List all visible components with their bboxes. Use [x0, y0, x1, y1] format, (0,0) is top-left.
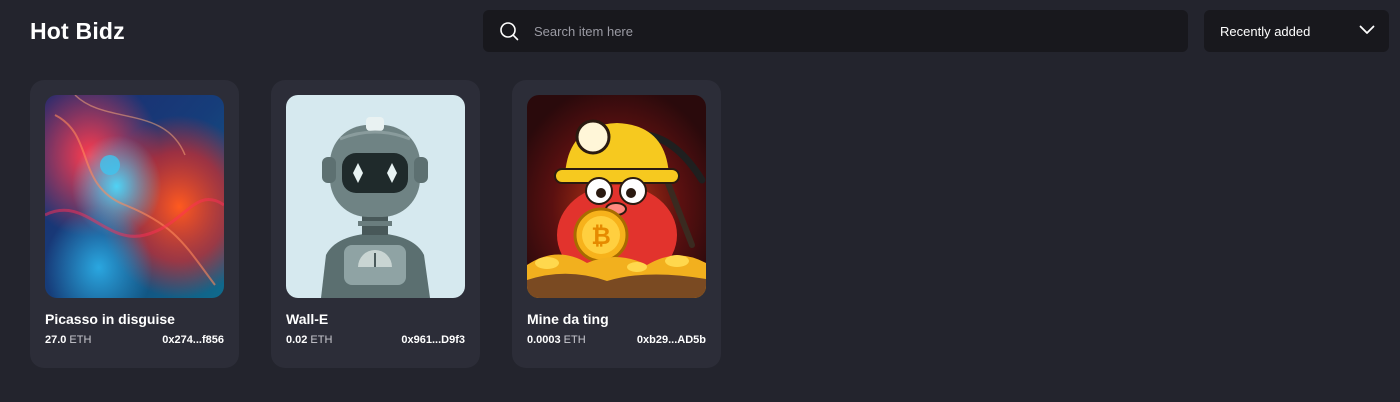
- nft-card[interactable]: Wall-E 0.02 ETH 0x961...D9f3: [271, 80, 480, 368]
- nft-image-abstract-ink-art[interactable]: [45, 95, 224, 298]
- nft-image-miner-mole-bitcoin[interactable]: ₿: [527, 95, 706, 298]
- price-value: 27.0: [45, 334, 67, 346]
- price-currency: ETH: [69, 334, 92, 346]
- nft-image-robot-portrait[interactable]: [286, 95, 465, 298]
- nft-meta: 27.0 ETH 0x274...f856: [45, 334, 224, 346]
- sort-selected-label: Recently added: [1220, 23, 1311, 39]
- price-currency: ETH: [310, 334, 333, 346]
- search-bar[interactable]: [483, 10, 1188, 52]
- nft-card[interactable]: ₿ Mine da ting 0.0003 ETH 0xb29...AD5b: [512, 80, 721, 368]
- nft-price: 0.02 ETH: [286, 334, 332, 346]
- sort-dropdown[interactable]: Recently added: [1204, 10, 1389, 52]
- page-title: Hot Bidz: [30, 18, 125, 44]
- price-value: 0.02: [286, 334, 308, 346]
- nft-name: Picasso in disguise: [45, 311, 175, 327]
- nft-name: Mine da ting: [527, 311, 609, 327]
- search-icon[interactable]: [498, 20, 520, 42]
- chevron-down-icon: [1359, 22, 1375, 40]
- nft-meta: 0.0003 ETH 0xb29...AD5b: [527, 334, 706, 346]
- items-grid: Picasso in disguise 27.0 ETH 0x274...f856: [30, 80, 721, 368]
- nft-name: Wall-E: [286, 311, 329, 327]
- search-input[interactable]: [532, 22, 1136, 40]
- owner-address: 0x274...f856: [162, 334, 224, 346]
- owner-address: 0x961...D9f3: [401, 334, 465, 346]
- nft-card[interactable]: Picasso in disguise 27.0 ETH 0x274...f856: [30, 80, 239, 368]
- nft-meta: 0.02 ETH 0x961...D9f3: [286, 334, 465, 346]
- svg-text:₿: ₿: [591, 222, 611, 250]
- nft-price: 0.0003 ETH: [527, 334, 586, 346]
- owner-address: 0xb29...AD5b: [636, 334, 706, 346]
- nft-price: 27.0 ETH: [45, 334, 91, 346]
- price-value: 0.0003: [527, 334, 561, 346]
- price-currency: ETH: [563, 334, 586, 346]
